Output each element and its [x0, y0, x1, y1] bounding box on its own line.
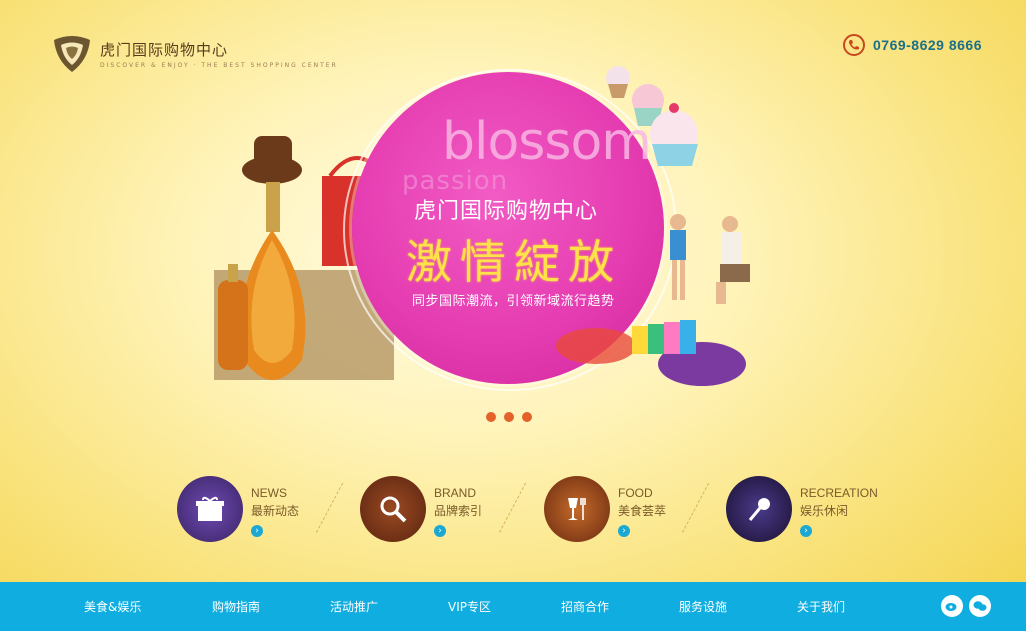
- hero-bg-word-2: passion: [402, 166, 509, 196]
- feature-brand[interactable]: BRAND 品牌索引 ›: [360, 476, 530, 542]
- nav-item-business[interactable]: 招商合作: [561, 598, 609, 615]
- feature-cn-label: 娱乐休闲: [800, 504, 849, 518]
- carousel-dot-3[interactable]: [522, 412, 532, 422]
- logo-mark-icon: [54, 36, 90, 72]
- cutlery-icon: [544, 476, 610, 542]
- wechat-icon[interactable]: [969, 595, 991, 617]
- feature-en-label: RECREATION: [800, 486, 878, 500]
- carousel-dot-1[interactable]: [486, 412, 496, 422]
- site-logo[interactable]: 虎门国际购物中心 DISCOVER & ENJOY · THE BEST SHO…: [50, 34, 338, 74]
- main-nav: 美食&娱乐 购物指南 活动推广 VIP专区 招商合作 服务设施 关于我们: [0, 582, 1026, 631]
- phone-number: 0769-8629 8666: [873, 37, 982, 53]
- feature-en-label: BRAND: [434, 486, 477, 500]
- hero-subtitle: 同步国际潮流，引领新域流行趋势: [412, 294, 615, 309]
- hero-slogan: 激情綻放: [406, 235, 622, 289]
- feature-recreation[interactable]: RECREATION 娱乐休闲 ›: [726, 476, 896, 542]
- feature-list: NEWS 最新动态 › BRAND 品牌索引 › FOOD 美食荟萃 › REC…: [177, 476, 897, 546]
- arrow-right-icon[interactable]: ›: [434, 525, 446, 537]
- nav-item-about[interactable]: 关于我们: [797, 598, 845, 615]
- shoppers-image: [670, 214, 750, 304]
- logo-tagline: DISCOVER & ENJOY · THE BEST SHOPPING CEN…: [100, 62, 338, 69]
- feature-cn-label: 美食荟萃: [618, 504, 667, 518]
- feature-cn-label: 最新动态: [251, 504, 300, 518]
- shopping-bags-image: [556, 320, 746, 386]
- contact-phone[interactable]: 0769-8629 8666: [843, 34, 982, 56]
- arrow-right-icon[interactable]: ›: [800, 525, 812, 537]
- phone-icon: [843, 34, 865, 56]
- carousel-dots: [486, 412, 532, 422]
- arrow-right-icon[interactable]: ›: [251, 525, 263, 537]
- logo-title: 虎门国际购物中心: [100, 41, 229, 59]
- search-icon: [360, 476, 426, 542]
- nav-item-food-entertainment[interactable]: 美食&娱乐: [84, 598, 141, 615]
- feature-en-label: FOOD: [618, 486, 653, 500]
- nav-item-services[interactable]: 服务设施: [679, 598, 727, 615]
- gift-icon: [177, 476, 243, 542]
- feature-news[interactable]: NEWS 最新动态 ›: [177, 476, 347, 542]
- weibo-icon[interactable]: [941, 595, 963, 617]
- hero-title: 虎门国际购物中心: [414, 199, 599, 224]
- nav-item-shopping-guide[interactable]: 购物指南: [212, 598, 260, 615]
- nav-item-promotions[interactable]: 活动推广: [330, 598, 378, 615]
- feature-en-label: NEWS: [251, 486, 287, 500]
- nav-item-vip[interactable]: VIP专区: [448, 598, 491, 615]
- microphone-icon: [726, 476, 792, 542]
- feature-food[interactable]: FOOD 美食荟萃 ›: [544, 476, 714, 542]
- arrow-right-icon[interactable]: ›: [618, 525, 630, 537]
- cupcake-icon: [606, 66, 698, 166]
- carousel-dot-2[interactable]: [504, 412, 514, 422]
- feature-cn-label: 品牌索引: [434, 504, 483, 518]
